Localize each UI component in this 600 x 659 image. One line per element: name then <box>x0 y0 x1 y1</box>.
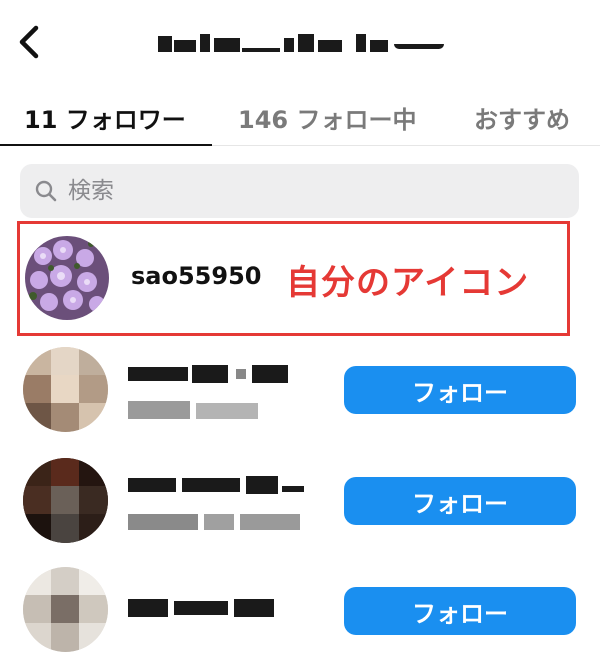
own-username[interactable]: sao55950 <box>131 262 261 290</box>
chevron-left-icon <box>19 25 39 59</box>
follow-tabs: 11 フォロワー 146 フォロー中 おすすめ <box>0 88 600 146</box>
search-icon <box>35 180 57 202</box>
tab-suggested[interactable]: おすすめ <box>474 88 570 146</box>
username-redacted <box>128 597 274 619</box>
username-redacted <box>128 474 304 496</box>
back-button[interactable] <box>8 20 52 64</box>
pixelated-avatar-image <box>23 458 108 543</box>
search-input[interactable] <box>68 178 548 204</box>
tab-following[interactable]: 146 フォロー中 <box>238 88 416 146</box>
pixelated-avatar-image <box>23 567 108 652</box>
search-bar[interactable] <box>20 164 579 218</box>
active-tab-indicator <box>0 144 212 146</box>
flower-avatar-image <box>25 236 109 320</box>
avatar[interactable] <box>23 347 108 432</box>
follow-button[interactable]: フォロー <box>344 366 576 414</box>
display-name-redacted <box>128 510 304 532</box>
follower-row[interactable]: フォロー <box>0 567 600 659</box>
follow-button[interactable]: フォロー <box>344 587 576 635</box>
avatar[interactable] <box>23 567 108 652</box>
account-name-redacted <box>158 28 448 62</box>
follower-row[interactable]: フォロー <box>0 458 600 558</box>
follower-row[interactable]: フォロー <box>0 347 600 447</box>
own-icon-annotation: 自分のアイコン <box>286 263 530 303</box>
follow-button[interactable]: フォロー <box>344 477 576 525</box>
display-name-redacted <box>128 399 264 421</box>
header-bar <box>0 0 600 88</box>
avatar[interactable] <box>23 458 108 543</box>
tab-followers[interactable]: 11 フォロワー <box>24 88 186 146</box>
username-redacted <box>128 363 298 385</box>
pixelated-avatar-image <box>23 347 108 432</box>
avatar[interactable] <box>25 236 109 320</box>
own-account-highlight: sao55950 自分のアイコン <box>17 221 570 336</box>
